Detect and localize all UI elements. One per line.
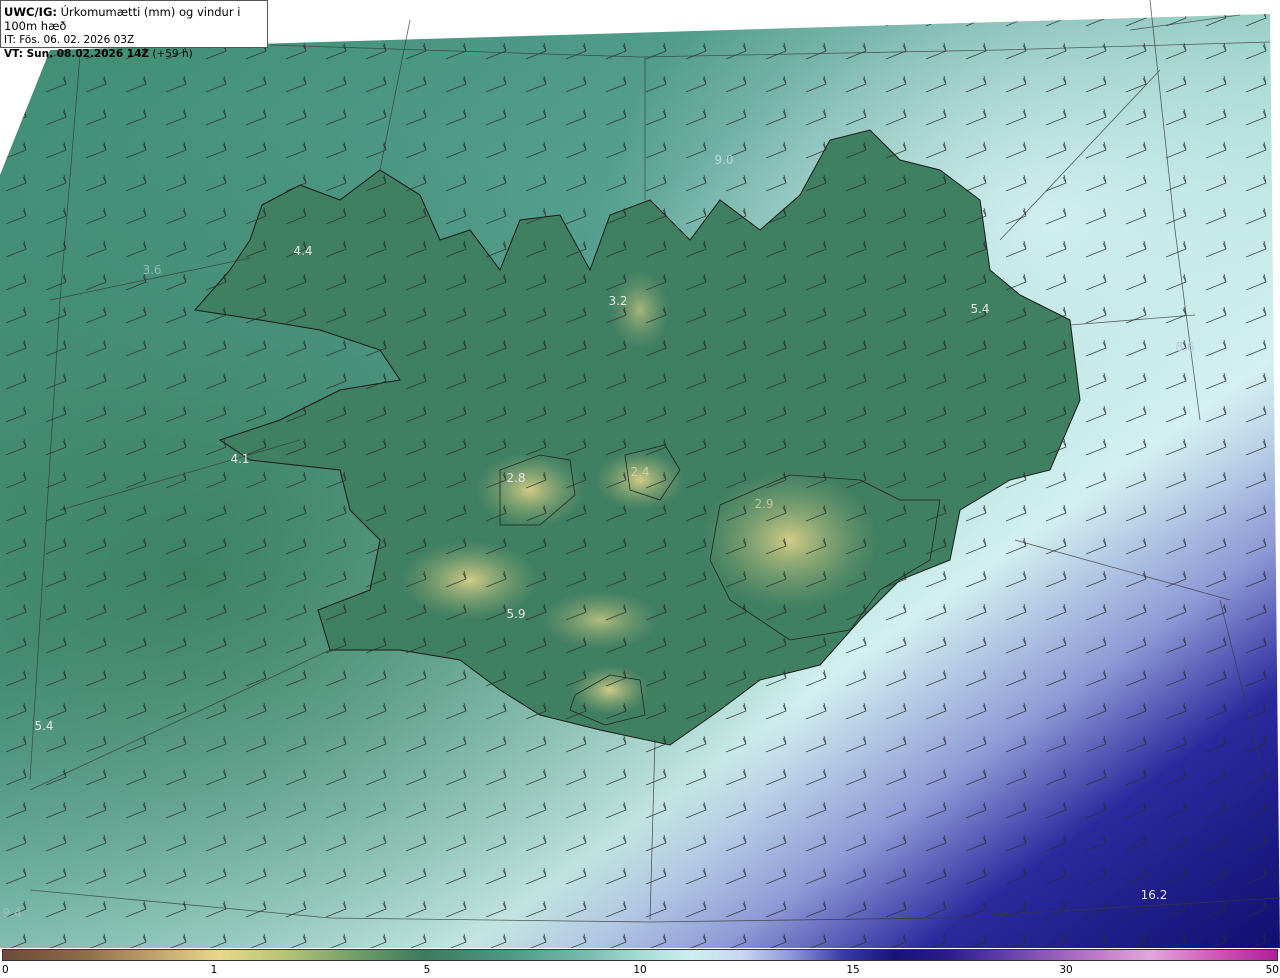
initial-time: IT: Fös. 06. 02. 2026 03Z — [4, 34, 135, 46]
scale-tick: 50 — [1265, 964, 1279, 976]
map-value-label: 3.6 — [142, 263, 162, 277]
product-code: UWC/IG: — [4, 5, 57, 19]
forecast-lead: (+59 h) — [149, 48, 193, 60]
color-scale-strip — [2, 949, 1278, 961]
scale-tick: 30 — [1059, 964, 1073, 976]
map-value-label: 3.2 — [608, 294, 628, 308]
scale-tick: 1 — [210, 964, 218, 976]
scale-tick: 10 — [633, 964, 647, 976]
map-value-label: 9.0 — [714, 153, 734, 167]
map-value-label: 5.4 — [34, 719, 54, 733]
map-value-label: 4.4 — [293, 244, 313, 258]
map-header: UWC/IG: Úrkomumætti (mm) og vindur i 100… — [0, 0, 268, 60]
map-value-label: 4.1 — [230, 452, 250, 466]
map-value-label: 5.9 — [506, 607, 526, 621]
map-value-label: 8.6 — [1175, 340, 1195, 354]
map-value-label: 5.4 — [970, 302, 990, 316]
scale-tick: 15 — [846, 964, 860, 976]
map-value-label: 2.4 — [630, 465, 650, 479]
map-value-label: 2.9 — [754, 497, 774, 511]
color-legend: 0 1 5 10 15 30 50 — [0, 948, 1280, 978]
map-value-label: 9.4 — [2, 906, 22, 920]
map-value-label: 2.8 — [506, 471, 526, 485]
map-value-label: 16.2 — [1140, 888, 1168, 902]
valid-time: VT: Sun. 08.02.2026 14Z — [4, 48, 150, 60]
scale-tick: 0 — [2, 964, 9, 976]
scale-tick: 5 — [423, 964, 431, 976]
